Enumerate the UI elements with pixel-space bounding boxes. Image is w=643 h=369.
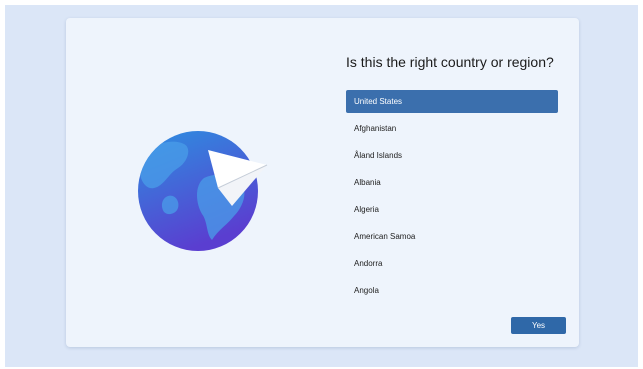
country-item-aland-islands[interactable]: Åland Islands — [346, 144, 558, 167]
country-item-american-samoa[interactable]: American Samoa — [346, 225, 558, 248]
setup-card: Is this the right country or region? Uni… — [66, 18, 579, 347]
country-item-algeria[interactable]: Algeria — [346, 198, 558, 221]
country-item-andorra[interactable]: Andorra — [346, 252, 558, 275]
country-item-afghanistan[interactable]: Afghanistan — [346, 117, 558, 140]
country-item-albania[interactable]: Albania — [346, 171, 558, 194]
globe-paper-plane-icon — [138, 126, 268, 256]
page-title: Is this the right country or region? — [346, 54, 554, 70]
country-list[interactable]: United States Afghanistan Åland Islands … — [346, 90, 558, 306]
yes-button[interactable]: Yes — [511, 317, 566, 334]
country-item-united-states[interactable]: United States — [346, 90, 558, 113]
country-item-angola[interactable]: Angola — [346, 279, 558, 302]
